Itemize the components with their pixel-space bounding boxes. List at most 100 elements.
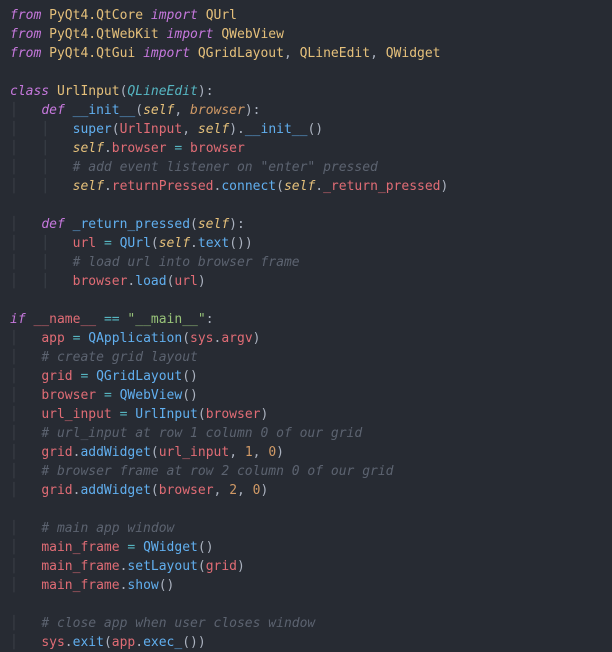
token-op: = (104, 388, 112, 403)
token-kw: from (10, 46, 41, 61)
token-punc: ( (112, 122, 120, 137)
token-punc: . (135, 635, 143, 650)
token-guide: │ (10, 103, 41, 118)
token-id: app (112, 635, 135, 650)
token-guide: │ (10, 635, 41, 650)
token-sp (112, 407, 120, 422)
token-fn: QUrl (120, 236, 151, 251)
token-str: "__main__" (127, 312, 205, 327)
token-id: grid (206, 559, 237, 574)
token-sp (49, 84, 57, 99)
token-fn: connect (221, 179, 276, 194)
token-fn: QGridLayout (96, 369, 182, 384)
token-guide: │ │ (10, 179, 73, 194)
token-punc: ) (253, 331, 261, 346)
token-punc: : (206, 312, 214, 327)
token-id: browser (73, 274, 128, 289)
token-num: 0 (268, 445, 276, 460)
token-type: QGridLayout (198, 46, 284, 61)
token-cmt: # add event listener on "enter" pressed (73, 160, 378, 175)
token-punc: , (229, 445, 245, 460)
token-sp (159, 27, 167, 42)
token-mod: PyQt4.QtGui (49, 46, 135, 61)
token-punc: ( (182, 331, 190, 346)
token-punc: ) (276, 445, 284, 460)
token-sp (135, 46, 143, 61)
token-punc: ( (135, 103, 143, 118)
token-guide: │ (10, 540, 41, 555)
token-punc: , (237, 483, 253, 498)
token-cmt: # browser frame at row 2 column 0 of our… (41, 464, 393, 479)
token-punc: () (159, 578, 175, 593)
token-guide: │ │ (10, 274, 73, 289)
token-op: = (104, 236, 112, 251)
token-fn: addWidget (80, 483, 150, 498)
token-guide: │ (10, 217, 41, 232)
token-sp (143, 8, 151, 23)
token-self: self (73, 141, 104, 156)
token-guide: │ (10, 445, 41, 460)
token-id: grid (41, 369, 72, 384)
token-punc: . (190, 236, 198, 251)
token-guide: │ │ (10, 122, 73, 137)
token-id: browser (112, 141, 167, 156)
token-sp (88, 369, 96, 384)
token-guide: │ (10, 483, 41, 498)
token-punc: ()) (182, 635, 205, 650)
token-punc: ) (261, 483, 269, 498)
token-punc: , (253, 445, 269, 460)
token-cmt: # close app when user closes window (41, 616, 315, 631)
token-punc: ) (261, 407, 269, 422)
token-id: app (41, 331, 64, 346)
token-fni: QLineEdit (127, 84, 197, 99)
token-kw: if (10, 312, 26, 327)
token-id: browser (206, 407, 261, 422)
token-punc: () (198, 540, 214, 555)
token-punc: ( (198, 407, 206, 422)
token-self: self (143, 103, 174, 118)
token-id: main_frame (41, 578, 119, 593)
token-punc: . (104, 141, 112, 156)
token-guide: │ (10, 331, 41, 346)
token-punc: ( (104, 635, 112, 650)
token-punc: , (370, 46, 386, 61)
token-guide: │ (10, 350, 41, 365)
token-sp (65, 217, 73, 232)
token-type: QUrl (206, 8, 237, 23)
token-guide: │ (10, 426, 41, 441)
token-punc: ). (229, 122, 245, 137)
token-id: url (174, 274, 197, 289)
token-fn: show (127, 578, 158, 593)
token-punc: ( (151, 483, 159, 498)
token-op: == (104, 312, 120, 327)
token-kw: def (41, 103, 64, 118)
token-punc: ): (198, 84, 214, 99)
token-guide: │ │ (10, 141, 73, 156)
token-fn: exec_ (143, 635, 182, 650)
token-type: QLineEdit (300, 46, 370, 61)
token-guide: │ (10, 388, 41, 403)
token-punc: . (65, 635, 73, 650)
token-fn: UrlInput (135, 407, 198, 422)
token-guide: │ │ (10, 160, 73, 175)
token-cmt: # main app window (41, 521, 174, 536)
token-id: __name__ (33, 312, 96, 327)
token-guide: │ (10, 521, 41, 536)
token-cmt: # load url into browser frame (73, 255, 300, 270)
token-num: 2 (229, 483, 237, 498)
token-punc: , (174, 103, 190, 118)
token-sp (96, 388, 104, 403)
token-fn: setLayout (127, 559, 197, 574)
token-guide: │ (10, 559, 41, 574)
code-block: from PyQt4.QtCore import QUrl from PyQt4… (0, 0, 612, 652)
token-cmt: # url_input at row 1 column 0 of our gri… (41, 426, 362, 441)
token-fn: addWidget (80, 445, 150, 460)
token-fn: QWidget (143, 540, 198, 555)
token-kw: class (10, 84, 49, 99)
token-self: self (73, 179, 104, 194)
token-id: sys (41, 635, 64, 650)
token-sp (41, 27, 49, 42)
token-id: browser (190, 141, 245, 156)
token-type: QWidget (386, 46, 441, 61)
token-sp (96, 312, 104, 327)
